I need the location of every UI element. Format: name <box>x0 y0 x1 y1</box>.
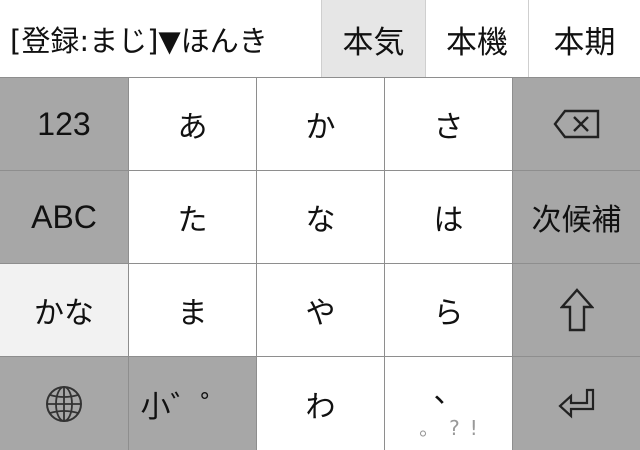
kana-mode-key[interactable]: かな <box>0 264 128 356</box>
candidate-item-2[interactable]: 本機 <box>426 0 528 78</box>
enter-key[interactable] <box>513 357 640 450</box>
flick-keyboard: 123 あ か さ ABC た な は 次候補 かな ま や ら 小゛゜ わ 、… <box>0 78 640 450</box>
punctuation-main-label: 、 <box>433 375 464 410</box>
key-wa[interactable]: わ <box>257 357 384 450</box>
key-ma[interactable]: ま <box>129 264 256 356</box>
candidate-item-1[interactable]: 本気 <box>322 0 425 78</box>
next-candidate-key[interactable]: 次候補 <box>513 171 640 263</box>
candidate-item-3[interactable]: 本期 <box>529 0 640 78</box>
shift-arrow-icon <box>559 288 594 332</box>
key-ta[interactable]: た <box>129 171 256 263</box>
key-ka[interactable]: か <box>257 78 384 170</box>
backspace-key[interactable] <box>513 78 640 170</box>
dakuten-small-key[interactable]: 小゛゜ <box>129 357 256 450</box>
candidate-register[interactable]: [登録:まじ]▼ほんき <box>0 0 321 78</box>
abc-mode-key[interactable]: ABC <box>0 171 128 263</box>
candidate-bar: [登録:まじ]▼ほんき 本気 本機 本期 <box>0 0 640 78</box>
punctuation-sub-label: 。?! <box>419 416 488 440</box>
shift-key[interactable] <box>513 264 640 356</box>
return-icon <box>557 388 594 418</box>
key-ya[interactable]: や <box>257 264 384 356</box>
numbers-mode-key[interactable]: 123 <box>0 78 128 170</box>
punctuation-key[interactable]: 、 。?! <box>385 357 512 450</box>
globe-key[interactable] <box>0 357 128 450</box>
key-sa[interactable]: さ <box>385 78 512 170</box>
key-ha[interactable]: は <box>385 171 512 263</box>
key-ra[interactable]: ら <box>385 264 512 356</box>
key-na[interactable]: な <box>257 171 384 263</box>
key-a[interactable]: あ <box>129 78 256 170</box>
backspace-icon <box>552 109 599 139</box>
globe-icon <box>46 385 82 422</box>
